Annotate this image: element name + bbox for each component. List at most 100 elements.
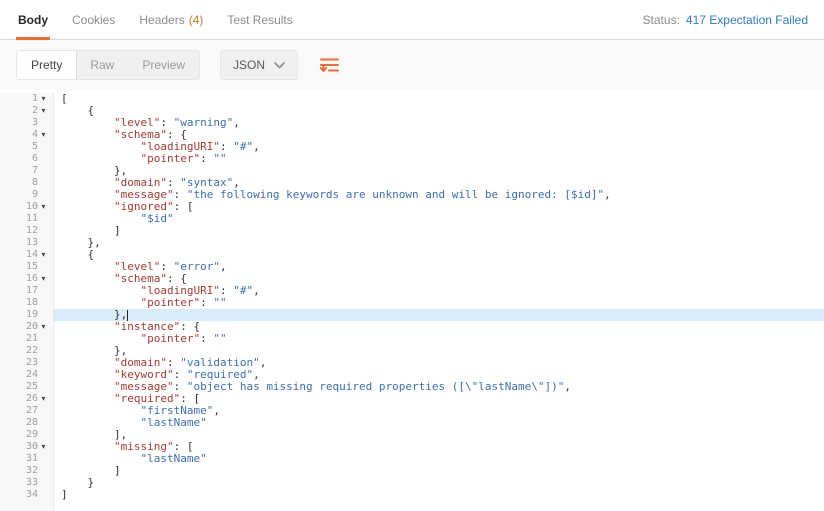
line-number: 10 [25, 201, 38, 212]
fold-toggle-icon[interactable]: ▾ [38, 93, 49, 105]
line-number: 7 [31, 165, 38, 176]
line-number: 21 [25, 333, 38, 344]
gutter-line: 10 ▾ [0, 201, 53, 213]
language-select[interactable]: JSON [220, 50, 299, 80]
line-number: 33 [25, 477, 38, 488]
gutter-line: 23 [0, 357, 53, 369]
view-mode-preview-button[interactable]: Preview [128, 51, 199, 79]
line-number: 24 [25, 369, 38, 380]
gutter: 1 ▾ 2 ▾ 3 4 ▾ 5 6 7 8 9 10 ▾ 11 12 13 14 ▾ 15 16 ▾ 17 18 19 20 ▾ 21… [0, 93, 54, 511]
code-lines: [ { "level": "warning", "schema": { "loa… [54, 93, 824, 511]
response-body-editor[interactable]: 1 ▾ 2 ▾ 3 4 ▾ 5 6 7 8 9 10 ▾ 11 12 13 14 ▾ 15 16 ▾ 17 18 19 20 ▾ 21… [0, 90, 824, 511]
code-line-32[interactable]: ] [54, 465, 824, 477]
json-string: "$id" [140, 212, 174, 225]
gutter-line: 11 [0, 213, 53, 225]
line-number: 19 [25, 309, 38, 320]
line-number: 28 [25, 417, 38, 428]
fold-toggle-icon[interactable]: ▾ [38, 249, 49, 261]
gutter-line: 34 [0, 489, 53, 501]
tab-cookies[interactable]: Cookies [60, 0, 127, 39]
code-line-33[interactable]: } [54, 477, 824, 489]
gutter-line: 33 [0, 477, 53, 489]
code-line-12[interactable]: ] [54, 225, 824, 237]
fold-toggle-icon[interactable]: ▾ [38, 393, 49, 405]
gutter-line: 8 [0, 177, 53, 189]
line-number: 15 [25, 261, 38, 272]
tab-test-results[interactable]: Test Results [215, 0, 304, 39]
code-line-28[interactable]: "lastName" [54, 417, 824, 429]
gutter-line: 24 [0, 369, 53, 381]
response-toolbar: Pretty Raw Preview JSON [0, 40, 824, 90]
gutter-line: 5 [0, 141, 53, 153]
gutter-line: 20 ▾ [0, 321, 53, 333]
json-punctuation: , [219, 260, 227, 273]
tab-body[interactable]: Body [6, 0, 60, 40]
code-line-34[interactable]: ] [54, 489, 824, 501]
code-line-13[interactable]: }, [54, 237, 824, 249]
tab-body-label: Body [18, 12, 48, 27]
view-mode-pretty-button[interactable]: Pretty [17, 51, 77, 79]
json-string: "" [213, 152, 227, 165]
line-number: 16 [25, 273, 38, 284]
tab-cookies-label: Cookies [72, 12, 116, 27]
view-mode-raw-button[interactable]: Raw [76, 51, 128, 79]
line-number: 3 [31, 117, 38, 128]
fold-toggle-icon[interactable]: ▾ [38, 441, 49, 453]
gutter-line: 14 ▾ [0, 249, 53, 261]
fold-toggle-icon[interactable]: ▾ [38, 105, 49, 117]
json-string: "" [213, 332, 227, 345]
line-number: 18 [25, 297, 38, 308]
gutter-line: 32 [0, 465, 53, 477]
json-punctuation: : [ [173, 200, 194, 213]
json-punctuation: : [200, 152, 214, 165]
gutter-line: 19 [0, 309, 53, 321]
line-number: 6 [31, 153, 38, 164]
gutter-line: 21 [0, 333, 53, 345]
beautify-icon [319, 58, 340, 72]
response-tab-bar: Body Cookies Headers (4) Test Results St… [0, 0, 824, 40]
code-line-6[interactable]: "pointer": "" [54, 153, 824, 165]
code-line-21[interactable]: "pointer": "" [54, 333, 824, 345]
line-number: 12 [25, 225, 38, 236]
json-punctuation: : [200, 296, 214, 309]
code-line-18[interactable]: "pointer": "" [54, 297, 824, 309]
line-number: 27 [25, 405, 38, 416]
json-string: "#" [233, 140, 254, 153]
line-number: 31 [25, 453, 38, 464]
language-select-value: JSON [233, 58, 266, 72]
gutter-line: 12 [0, 225, 53, 237]
gutter-line: 27 [0, 405, 53, 417]
fold-toggle-icon[interactable]: ▾ [38, 201, 49, 213]
code-line-11[interactable]: "$id" [54, 213, 824, 225]
line-number: 11 [25, 213, 38, 224]
tab-headers[interactable]: Headers (4) [127, 0, 215, 39]
fold-toggle-icon[interactable]: ▾ [38, 273, 49, 285]
json-punctuation: , [259, 356, 267, 369]
line-number: 23 [25, 357, 38, 368]
json-string: "lastName" [140, 416, 207, 429]
code-line-31[interactable]: "lastName" [54, 453, 824, 465]
tab-headers-label: Headers [139, 12, 185, 27]
json-key: "pointer" [140, 152, 201, 165]
line-number: 30 [25, 441, 38, 452]
status-label: Status: [642, 12, 680, 27]
json-string: "" [213, 296, 227, 309]
view-mode-switch: Pretty Raw Preview [16, 50, 201, 80]
fold-toggle-icon[interactable]: ▾ [38, 321, 49, 333]
gutter-line: 4 ▾ [0, 129, 53, 141]
status-value: 417 Expectation Failed [685, 12, 808, 27]
beautify-button[interactable] [314, 52, 345, 79]
line-number: 34 [25, 489, 38, 500]
gutter-line: 28 [0, 417, 53, 429]
json-punctuation: , [253, 140, 260, 153]
gutter-line: 13 [0, 237, 53, 249]
line-number: 9 [31, 189, 38, 200]
line-number: 26 [25, 393, 38, 404]
json-punctuation: , [233, 116, 240, 129]
fold-toggle-icon[interactable]: ▾ [38, 129, 49, 141]
json-key: "pointer" [140, 296, 201, 309]
response-status: Status: 417 Expectation Failed [643, 0, 808, 39]
gutter-line: 15 [0, 261, 53, 273]
gutter-line: 22 [0, 345, 53, 357]
code-line-1[interactable]: [ [54, 93, 824, 105]
